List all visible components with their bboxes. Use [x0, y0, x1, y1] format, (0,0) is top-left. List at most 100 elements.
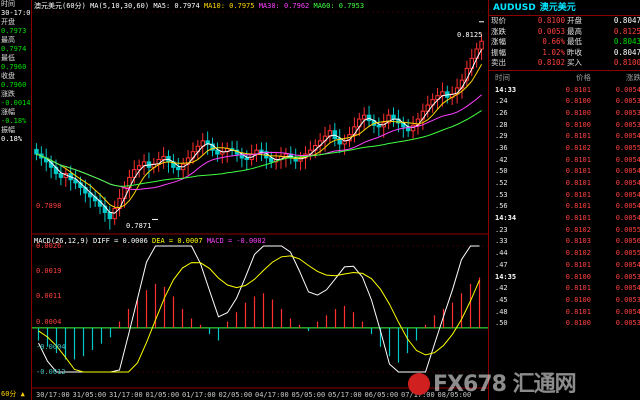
- ticks-header-change: 涨跌: [626, 72, 640, 82]
- tick-change: 0.0054: [615, 260, 640, 269]
- quote-value: 0.8047: [613, 47, 640, 57]
- candle-body: [244, 157, 249, 161]
- tick-time: .53: [495, 190, 508, 199]
- tick-price: 0.8102: [565, 249, 591, 258]
- symbol-code: AUDUSD: [493, 3, 536, 13]
- time-axis-tick: 05/05:00: [291, 391, 326, 399]
- tick-row: .56 0.8101 0.0054: [489, 201, 640, 213]
- candle-body: [34, 148, 39, 155]
- tick-price: 0.8101: [565, 132, 591, 141]
- tick-row: .24 0.8100 0.0053: [489, 96, 640, 108]
- ma30-value: MA30: 0.7962: [258, 2, 310, 10]
- ma10-value: MA10: 0.7975: [203, 2, 255, 10]
- watermark-text: FX678 汇通网: [433, 372, 577, 397]
- quote-summary: 现价 0.8100 开盘 0.8047 涨跌 0.0053 最高 0.8125 涨幅 0.66% 最…: [489, 16, 640, 69]
- tick-change: 0.0054: [615, 167, 640, 176]
- bar-info-row: 0.7960: [1, 81, 27, 89]
- time-axis-tick: 06/05:00: [364, 391, 399, 399]
- tick-row: .45 0.8100 0.0053: [489, 295, 640, 307]
- bar-info-row: 最低: [1, 54, 15, 62]
- tick-row: .50 0.8101 0.0054: [489, 166, 640, 178]
- ma5-value: MA5: 0.7974: [153, 2, 200, 10]
- quote-value: 0.8047: [613, 16, 640, 25]
- tick-change: 0.0054: [615, 214, 640, 223]
- bar-info-row: 0.7960: [1, 63, 27, 71]
- quote-label: 买入: [567, 58, 582, 67]
- tick-time: .29: [495, 132, 508, 141]
- macd-axis-tick: -0.0004: [36, 342, 66, 351]
- period-selector[interactable]: 60分 ▲: [1, 389, 25, 399]
- tick-time: .26: [495, 108, 508, 117]
- tick-time: .33: [495, 237, 508, 246]
- tick-price: 0.8101: [565, 307, 591, 316]
- bar-info-row: -0.18%: [1, 117, 27, 125]
- tick-change: 0.0054: [615, 202, 640, 211]
- tick-change: 0.0054: [615, 132, 640, 141]
- tick-row: .23 0.8102 0.0055: [489, 225, 640, 237]
- ticks-list[interactable]: 14:33 0.8101 0.0054 .24 0.8100 0.0053 .26 0.810…: [489, 85, 640, 330]
- bar-info-row: 30-17:00: [1, 9, 31, 17]
- quote-label: 昨收: [567, 47, 582, 57]
- quote-label: 开盘: [567, 16, 582, 25]
- tick-row: .33 0.8103 0.0056: [489, 236, 640, 248]
- fx678-logo-icon: [408, 373, 430, 395]
- quote-label: 卖出: [491, 58, 506, 67]
- time-axis-tick: 04/17:00: [255, 391, 289, 399]
- quote-label: 涨跌: [491, 26, 506, 36]
- tick-row: .26 0.8100 0.0053: [489, 108, 640, 120]
- tick-change: 0.0055: [615, 249, 640, 258]
- tick-price: 0.8101: [565, 155, 591, 164]
- quote-label: 现价: [491, 16, 506, 25]
- tick-row: 14:34 0.8101 0.0054: [489, 213, 640, 225]
- tick-price: 0.8101: [565, 260, 591, 269]
- tick-time: .50: [495, 319, 508, 328]
- price-chart[interactable]: [32, 0, 488, 400]
- tick-row: .50 0.8100 0.0053: [489, 318, 640, 330]
- quote-label: 涨幅: [491, 37, 506, 46]
- tick-time: 14:35: [495, 272, 517, 281]
- main-chart-header: 澳元美元(60分) MA(5,10,30,60) MA5: 0.7974 MA1…: [34, 1, 364, 11]
- tick-change: 0.0056: [615, 237, 640, 246]
- tick-change: 0.0053: [615, 108, 640, 117]
- candle-body: [215, 149, 220, 155]
- diff-line: [38, 245, 480, 373]
- time-axis-tick: 01/05:00: [145, 391, 180, 399]
- tick-price: 0.8101: [565, 284, 591, 293]
- ticks-header-time: 时间: [495, 72, 510, 82]
- macd-axis-tick: 0.0026: [36, 242, 62, 250]
- time-axis-tick: 02/05:00: [218, 391, 253, 399]
- tick-row: .29 0.8101 0.0054: [489, 131, 640, 143]
- macd-axis-tick: 0.0019: [36, 267, 62, 276]
- bar-info-row: 0.18%: [1, 135, 23, 143]
- dea-line: [38, 255, 480, 373]
- price-chart-area[interactable]: 澳元美元(60分) MA(5,10,30,60) MA5: 0.7974 MA1…: [32, 0, 488, 400]
- tick-row: 14:35 0.8100 0.0053: [489, 272, 640, 284]
- tick-row: .42 0.8101 0.0054: [489, 155, 640, 167]
- candle-body: [107, 211, 113, 220]
- ma5-line: [36, 49, 483, 214]
- tick-time: .36: [495, 143, 508, 152]
- time-axis-tick: 01/17:00: [182, 391, 216, 399]
- time-axis-tick: 30/17:00: [36, 391, 70, 399]
- quote-value: 0.8100: [613, 58, 640, 67]
- tick-time: 14:34: [495, 214, 517, 223]
- quote-value: 0.8100: [537, 16, 565, 25]
- quote-value: 0.8125: [613, 26, 640, 36]
- tick-time: .50: [495, 167, 508, 176]
- bar-info-row: 开盘: [1, 18, 15, 26]
- macd-axis-tick: 0.0011: [36, 292, 62, 301]
- quote-label: 最高: [567, 26, 582, 36]
- bar-info-row: 涨跌: [1, 90, 15, 98]
- tick-price: 0.8100: [565, 295, 591, 304]
- ma60-line: [36, 110, 482, 187]
- candle-body: [391, 114, 396, 120]
- ticks-header-price: 价格: [576, 72, 591, 82]
- diff-value: DIFF = 0.0006: [93, 237, 148, 245]
- tick-change: 0.0053: [615, 120, 640, 129]
- tick-price: 0.8100: [565, 120, 591, 129]
- tick-change: 0.0053: [615, 319, 640, 328]
- quote-label: 最低: [567, 37, 582, 46]
- ticks-header: 时间 价格 涨跌: [489, 71, 640, 85]
- tick-price: 0.8102: [565, 225, 591, 234]
- ma60-value: MA60: 0.7953: [313, 2, 365, 10]
